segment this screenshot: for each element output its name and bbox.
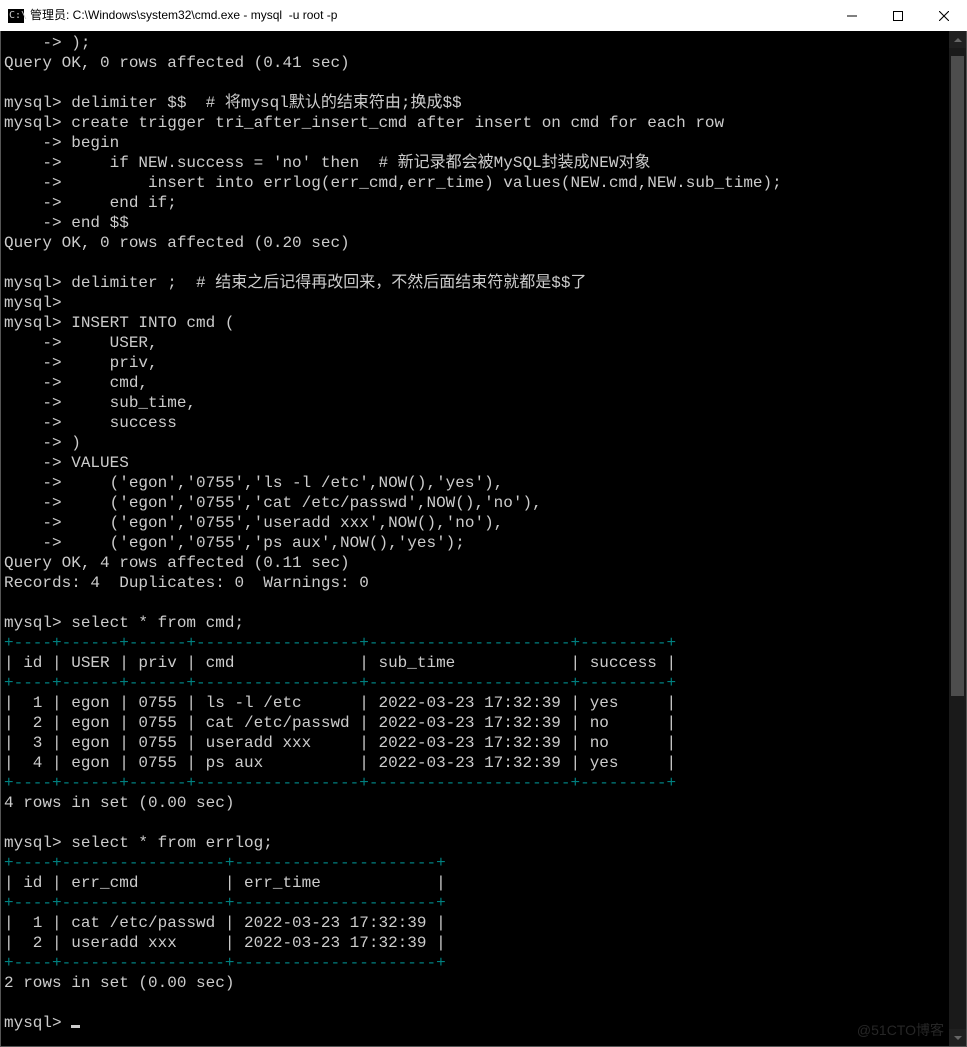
output-line: -> ('egon','0755','ls -l /etc',NOW(),'ye… bbox=[4, 474, 503, 492]
output-line: mysql> bbox=[4, 294, 62, 312]
output-line: 4 rows in set (0.00 sec) bbox=[4, 794, 234, 812]
output-line: -> VALUES bbox=[4, 454, 129, 472]
prompt-line: mysql> bbox=[4, 1014, 71, 1032]
output-line: Query OK, 0 rows affected (0.20 sec) bbox=[4, 234, 350, 252]
output-line: mysql> delimiter $$ # 将mysql默认的结束符由;换成$$ bbox=[4, 94, 462, 112]
cmd-icon bbox=[8, 9, 24, 23]
output-line: mysql> INSERT INTO cmd ( bbox=[4, 314, 234, 332]
output-line: -> cmd, bbox=[4, 374, 148, 392]
output-line: -> ) bbox=[4, 434, 81, 452]
scrollbar-track[interactable] bbox=[949, 48, 966, 1029]
cursor bbox=[71, 1025, 80, 1028]
output-line: -> ('egon','0755','useradd xxx',NOW(),'n… bbox=[4, 514, 503, 532]
output-line: -> USER, bbox=[4, 334, 158, 352]
output-line: Query OK, 0 rows affected (0.41 sec) bbox=[4, 54, 350, 72]
output-line: -> priv, bbox=[4, 354, 158, 372]
output-line: -> success bbox=[4, 414, 177, 432]
window-title: 管理员: C:\Windows\system32\cmd.exe - mysql… bbox=[30, 0, 337, 31]
output-line: -> ('egon','0755','cat /etc/passwd',NOW(… bbox=[4, 494, 542, 512]
scrollbar-thumb[interactable] bbox=[951, 56, 964, 696]
table-row: | 1 | cat /etc/passwd | 2022-03-23 17:32… bbox=[4, 914, 446, 932]
close-icon bbox=[939, 11, 949, 21]
table-border: +----+-----------------+----------------… bbox=[4, 954, 446, 972]
maximize-button[interactable] bbox=[875, 0, 921, 31]
output-line: mysql> create trigger tri_after_insert_c… bbox=[4, 114, 724, 132]
window-titlebar[interactable]: 管理员: C:\Windows\system32\cmd.exe - mysql… bbox=[0, 0, 967, 32]
maximize-icon bbox=[893, 11, 903, 21]
output-line: -> if NEW.success = 'no' then # 新记录都会被My… bbox=[4, 154, 650, 172]
table-border: +----+------+------+-----------------+--… bbox=[4, 774, 676, 792]
table-header: | id | USER | priv | cmd | sub_time | su… bbox=[4, 654, 676, 672]
minimize-icon bbox=[847, 11, 857, 21]
output-line: -> ); bbox=[4, 34, 90, 52]
table-border: +----+------+------+-----------------+--… bbox=[4, 634, 676, 652]
output-line: 2 rows in set (0.00 sec) bbox=[4, 974, 234, 992]
window-controls bbox=[829, 0, 967, 31]
table-border: +----+------+------+-----------------+--… bbox=[4, 674, 676, 692]
chevron-down-icon bbox=[954, 1036, 962, 1040]
output-line: -> ('egon','0755','ps aux',NOW(),'yes'); bbox=[4, 534, 465, 552]
terminal-client: -> ); Query OK, 0 rows affected (0.41 se… bbox=[0, 31, 967, 1047]
output-line: -> sub_time, bbox=[4, 394, 196, 412]
output-line: -> insert into errlog(err_cmd,err_time) … bbox=[4, 174, 782, 192]
output-line: -> end $$ bbox=[4, 214, 129, 232]
scroll-up-button[interactable] bbox=[949, 31, 966, 48]
terminal-output[interactable]: -> ); Query OK, 0 rows affected (0.41 se… bbox=[1, 31, 949, 1046]
minimize-button[interactable] bbox=[829, 0, 875, 31]
close-button[interactable] bbox=[921, 0, 967, 31]
output-line: mysql> select * from cmd; bbox=[4, 614, 244, 632]
output-line: Records: 4 Duplicates: 0 Warnings: 0 bbox=[4, 574, 369, 592]
output-line: mysql> delimiter ; # 结束之后记得再改回来，不然后面结束符就… bbox=[4, 274, 586, 292]
output-line: Query OK, 4 rows affected (0.11 sec) bbox=[4, 554, 350, 572]
table-row: | 4 | egon | 0755 | ps aux | 2022-03-23 … bbox=[4, 754, 676, 772]
output-line: -> end if; bbox=[4, 194, 177, 212]
table-border: +----+-----------------+----------------… bbox=[4, 854, 446, 872]
output-line: mysql> select * from errlog; bbox=[4, 834, 273, 852]
table-row: | 2 | egon | 0755 | cat /etc/passwd | 20… bbox=[4, 714, 676, 732]
vertical-scrollbar[interactable] bbox=[949, 31, 966, 1046]
table-row: | 1 | egon | 0755 | ls -l /etc | 2022-03… bbox=[4, 694, 676, 712]
table-row: | 2 | useradd xxx | 2022-03-23 17:32:39 … bbox=[4, 934, 446, 952]
table-row: | 3 | egon | 0755 | useradd xxx | 2022-0… bbox=[4, 734, 676, 752]
output-line: -> begin bbox=[4, 134, 119, 152]
table-border: +----+-----------------+----------------… bbox=[4, 894, 446, 912]
table-header: | id | err_cmd | err_time | bbox=[4, 874, 446, 892]
chevron-up-icon bbox=[954, 38, 962, 42]
scroll-down-button[interactable] bbox=[949, 1029, 966, 1046]
